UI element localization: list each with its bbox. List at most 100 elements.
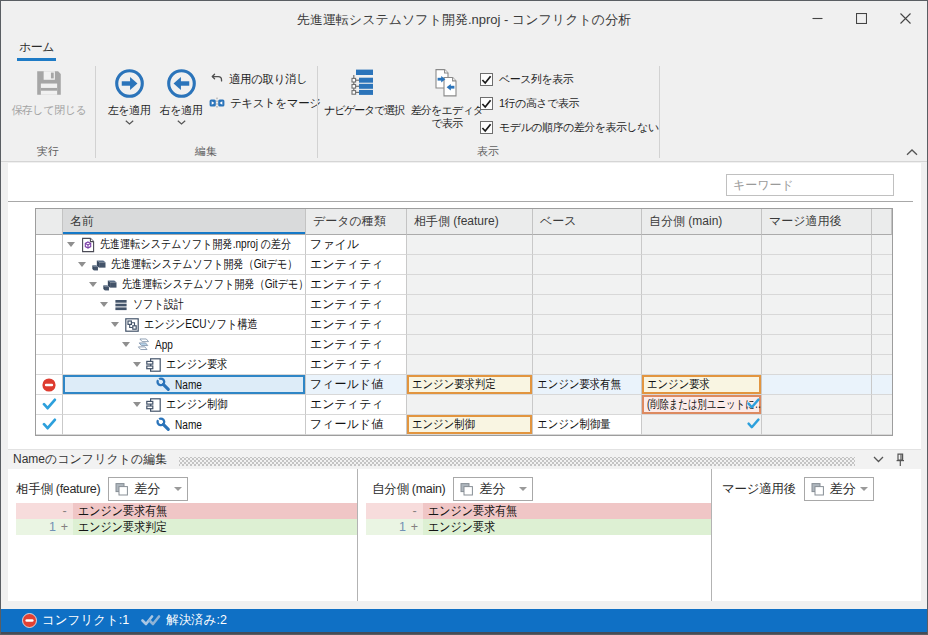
grid-row-3[interactable]: ソフト設計エンティティ [36, 295, 892, 315]
cell-main[interactable] [642, 235, 762, 255]
cell-merged[interactable] [762, 255, 872, 275]
diff-mode-dropdown[interactable]: 差分 [453, 477, 533, 501]
cell-feature[interactable] [407, 255, 533, 275]
grid-row-9[interactable]: Nameフィールド値エンジン制御エンジン制御量 [36, 415, 892, 435]
cell-main[interactable]: (削除または別ユニットに… [642, 395, 762, 415]
checkbox-2[interactable]: モデルの順序の差分を表示しない [480, 120, 659, 135]
cell-base[interactable] [533, 315, 642, 335]
cell-name[interactable]: 先進運転システムソフト開発.nproj の差分 [63, 235, 306, 255]
tree-expander-icon[interactable] [122, 342, 130, 347]
checkbox-box[interactable] [480, 73, 493, 86]
checkbox-box[interactable] [480, 97, 493, 110]
cell-merged[interactable] [762, 355, 872, 375]
tree-expander-icon[interactable] [67, 242, 75, 247]
column-header-相手側 (feature)[interactable]: 相手側 (feature) [407, 209, 533, 235]
diff-mode-dropdown[interactable]: 差分 [108, 477, 188, 501]
column-header-blank-0[interactable] [36, 209, 63, 235]
cell-feature[interactable] [407, 355, 533, 375]
column-header-名前[interactable]: 名前 [63, 209, 306, 235]
column-header-blank-7[interactable] [872, 209, 892, 235]
cell-base[interactable] [533, 235, 642, 255]
close-button[interactable] [883, 1, 927, 36]
column-header-ベース[interactable]: ベース [533, 209, 642, 235]
cell-main[interactable] [642, 355, 762, 375]
cell-name[interactable]: App [63, 335, 306, 355]
grid-row-8[interactable]: エンジン制御エンティティ(削除または別ユニットに… [36, 395, 892, 415]
grid-row-6[interactable]: エンジン要求エンティティ [36, 355, 892, 375]
column-header-自分側 (main)[interactable]: 自分側 (main) [642, 209, 762, 235]
cell-base[interactable]: エンジン制御量 [533, 415, 642, 435]
cell-name[interactable]: エンジン制御 [63, 395, 306, 415]
column-header-マージ適用後[interactable]: マージ適用後 [762, 209, 872, 235]
cell-feature[interactable] [407, 235, 533, 255]
grid-row-7[interactable]: Nameフィールド値エンジン要求判定エンジン要求有無エンジン要求 [36, 375, 892, 395]
tree-expander-icon[interactable] [100, 302, 108, 307]
cell-merged[interactable] [762, 375, 872, 395]
tree-expander-icon[interactable] [89, 282, 97, 287]
checkbox-box[interactable] [480, 121, 493, 134]
tab-home[interactable]: ホーム [17, 36, 56, 61]
cell-merged[interactable] [762, 235, 872, 255]
tree-expander-icon[interactable] [133, 362, 141, 367]
checkbox-0[interactable]: ベース列を表示 [480, 72, 573, 87]
panel-pin-button[interactable] [891, 452, 909, 468]
undo-apply-button[interactable]: 適用の取り消し [210, 71, 308, 87]
cell-merged[interactable] [762, 335, 872, 355]
cell-feature[interactable] [407, 275, 533, 295]
cell-name[interactable]: エンジン要求 [63, 355, 306, 375]
cell-name[interactable]: 先進運転システムソフト開発（Gitデモ） [63, 275, 306, 295]
cell-main[interactable] [642, 275, 762, 295]
cell-merged[interactable] [762, 315, 872, 335]
keyword-search-input[interactable] [726, 174, 894, 196]
cell-main[interactable]: エンジン要求 [642, 375, 762, 395]
cell-base[interactable] [533, 335, 642, 355]
minimize-button[interactable] [795, 1, 839, 36]
cell-feature[interactable]: エンジン要求判定 [407, 375, 533, 395]
apply-left-button[interactable]: 左を適用 [105, 65, 153, 125]
cell-name[interactable]: ソフト設計 [63, 295, 306, 315]
cell-feature[interactable]: エンジン制御 [407, 415, 533, 435]
maximize-button[interactable] [839, 1, 883, 36]
cell-base[interactable] [533, 295, 642, 315]
cell-feature[interactable] [407, 335, 533, 355]
cell-merged[interactable] [762, 275, 872, 295]
tree-expander-icon[interactable] [111, 322, 119, 327]
cell-merged[interactable] [762, 295, 872, 315]
diff-mode-dropdown[interactable]: 差分 [804, 477, 874, 501]
save-and-close-button[interactable]: 保存して閉じる [9, 65, 89, 117]
grid-row-0[interactable]: 先進運転システムソフト開発.nproj の差分ファイル [36, 235, 892, 255]
grid-row-4[interactable]: エンジンECUソフト構造エンティティ [36, 315, 892, 335]
cell-feature[interactable] [407, 315, 533, 335]
column-header-データの種類[interactable]: データの種類 [306, 209, 407, 235]
cell-base[interactable]: エンジン要求有無 [533, 375, 642, 395]
apply-right-button[interactable]: 右を適用 [157, 65, 205, 125]
tree-expander-icon[interactable] [78, 262, 86, 267]
cell-feature[interactable] [407, 295, 533, 315]
tree-expander-icon[interactable] [133, 402, 141, 407]
grid-row-2[interactable]: 先進運転システムソフト開発（Gitデモ）エンティティ [36, 275, 892, 295]
cell-base[interactable] [533, 275, 642, 295]
cell-name[interactable]: エンジンECUソフト構造 [63, 315, 306, 335]
cell-main[interactable] [642, 335, 762, 355]
cell-name[interactable]: 先進運転システムソフト開発（Gitデモ） [63, 255, 306, 275]
grid-row-1[interactable]: 先進運転システムソフト開発（Gitデモ）エンティティ [36, 255, 892, 275]
cell-base[interactable] [533, 355, 642, 375]
checkbox-1[interactable]: 1行の高さで表示 [480, 96, 579, 111]
collapse-ribbon-button[interactable] [904, 145, 920, 159]
cell-main[interactable] [642, 315, 762, 335]
cell-base[interactable] [533, 255, 642, 275]
cell-name[interactable]: Name [63, 415, 306, 435]
cell-base[interactable] [533, 395, 642, 415]
merge-text-button[interactable]: テキストをマージ [209, 95, 321, 111]
cell-merged[interactable] [762, 395, 872, 415]
panel-collapse-button[interactable] [869, 452, 887, 468]
select-in-navigator-button[interactable]: ナビゲータで選択 [319, 65, 409, 117]
cell-main[interactable] [642, 415, 762, 435]
grid-row-5[interactable]: Appエンティティ [36, 335, 892, 355]
cell-main[interactable] [642, 295, 762, 315]
cell-name[interactable]: Name [63, 375, 306, 395]
cell-merged[interactable] [762, 415, 872, 435]
show-diff-in-editor-button[interactable]: 差分をエディタで表示 [409, 65, 485, 130]
cell-main[interactable] [642, 255, 762, 275]
cell-feature[interactable] [407, 395, 533, 415]
